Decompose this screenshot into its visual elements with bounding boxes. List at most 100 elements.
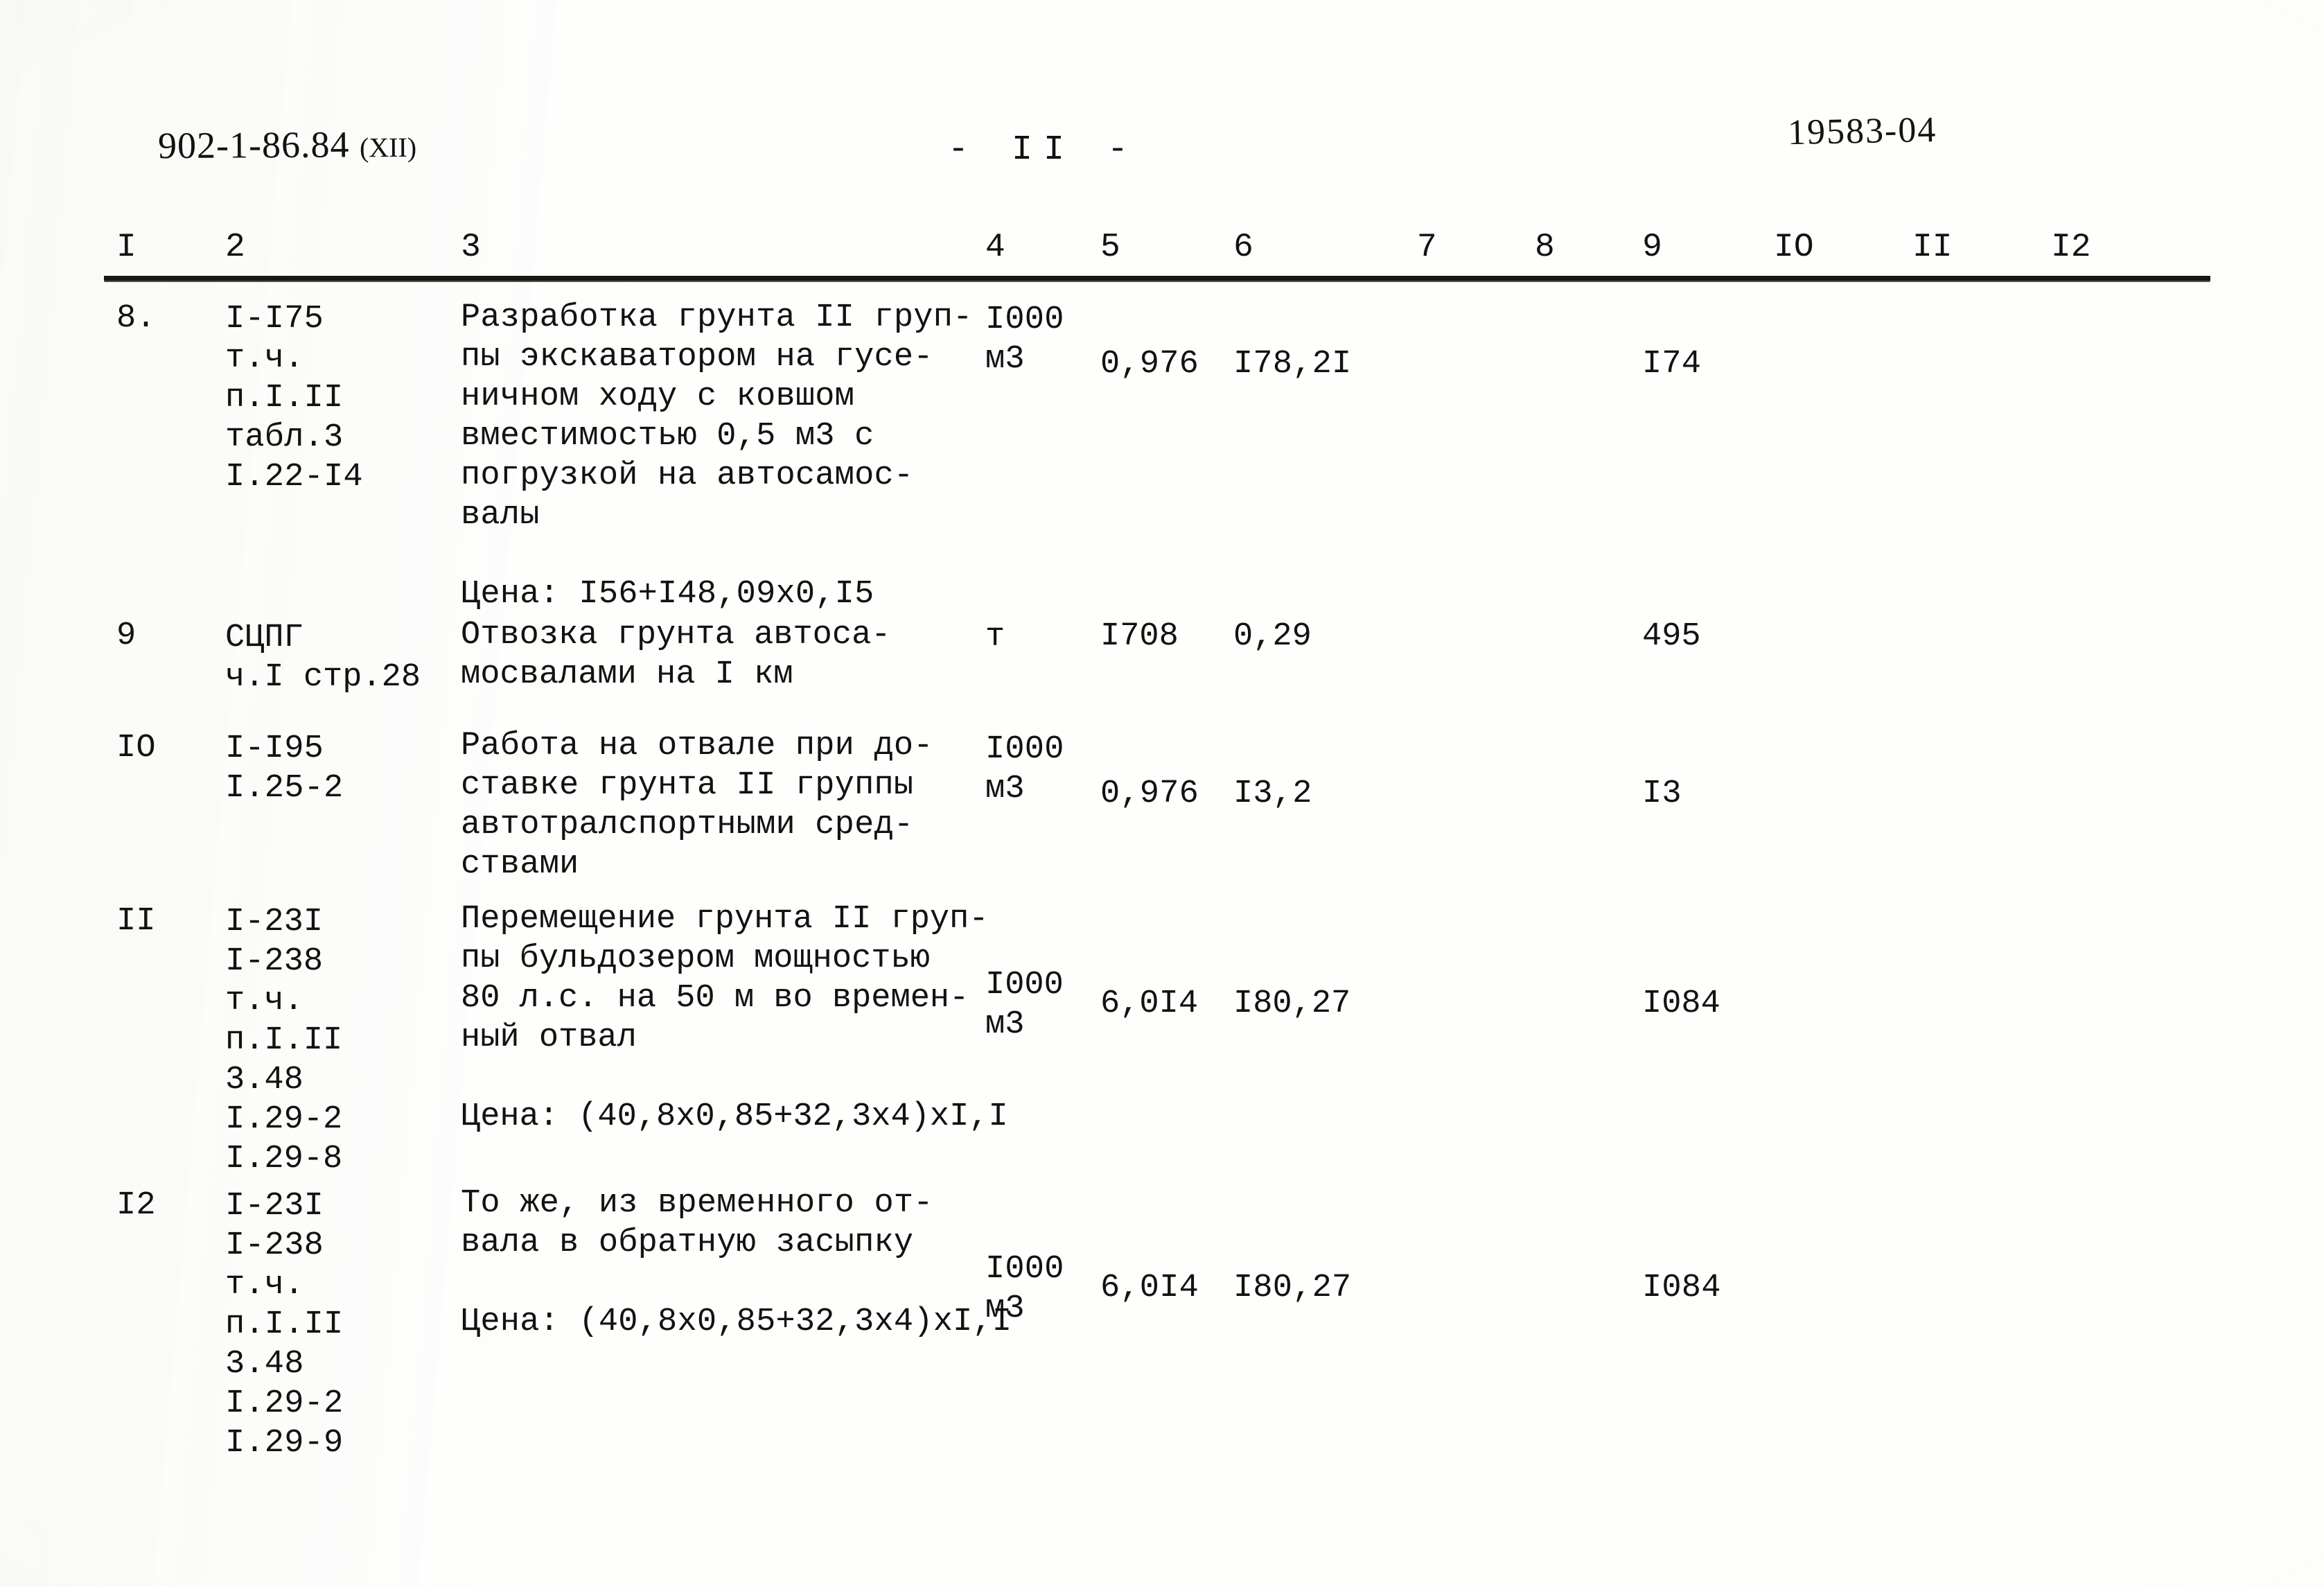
norm-code: табл.3 <box>225 419 344 456</box>
description-line: 80 л.с. на 50 м во времен- <box>461 980 969 1017</box>
unit-cost-value: I78,2I <box>1233 346 1352 383</box>
description-line: погрузкой на автосамос- <box>461 457 914 494</box>
total-cost-value: I74 <box>1642 346 1702 383</box>
norm-code: I.29-9 <box>225 1425 344 1462</box>
unit-line: м3 <box>985 771 1025 807</box>
work-description: Перемещение грунта II груп-пы бульдозеро… <box>461 900 1008 1137</box>
total-cost-value: I3 <box>1642 775 1682 812</box>
description-line: автотралспортными сред- <box>461 807 914 843</box>
unit-cost-value: I3,2 <box>1233 775 1312 812</box>
unit-of-measure: I000 м3 <box>985 730 1064 809</box>
document-page: 902-1-86.84 (ХII) - II - 19583-04 I23456… <box>0 0 2324 1587</box>
unit-cost-value: I80,27 <box>1233 985 1351 1022</box>
norm-code: ч.I стр.28 <box>225 659 421 696</box>
description-line: ный отвал <box>461 1019 637 1056</box>
norm-code: 3.48 <box>225 1346 304 1383</box>
description-line: Отвозка грунта автоса- <box>461 617 891 654</box>
work-description: То же, из временного от-вала в обратную … <box>461 1184 1012 1342</box>
unit-line: I000 <box>985 731 1064 768</box>
norm-code: т.ч. <box>225 340 304 377</box>
description-line: пы бульдозером мощностью <box>461 940 930 977</box>
description-line: Перемещение грунта II груп- <box>461 901 989 938</box>
row-number: IO <box>116 730 156 766</box>
series-part-text: (ХII) <box>359 131 417 164</box>
row-number: I2 <box>116 1187 156 1224</box>
norm-code: I-238 <box>225 1227 324 1264</box>
quantity-value: 6,0I4 <box>1100 985 1199 1022</box>
norm-code: т.ч. <box>225 983 303 1019</box>
description-line: мосвалами на I км <box>461 656 793 693</box>
norm-code: I-23I <box>225 1188 324 1225</box>
unit-cost-value: I80,27 <box>1233 1270 1352 1306</box>
unit-line: I000 <box>985 967 1064 1003</box>
norm-code-list: I-23I I-238 т.ч. п.I.II 3.48 I.29-2 I.29-9 <box>225 1186 343 1463</box>
header-rule <box>104 276 2210 282</box>
work-description: Разработка грунта II груп-пы экскаваторо… <box>461 298 973 614</box>
price-formula: Цена: I56+I48,09х0,I5 <box>461 576 874 613</box>
norm-code: т.ч. <box>225 1267 304 1304</box>
unit-line: м3 <box>985 341 1025 378</box>
column-number-5: 5 <box>1100 229 1120 266</box>
norm-code: I.29-2 <box>225 1385 344 1422</box>
column-number-6: 6 <box>1233 228 1253 267</box>
column-number-1: I <box>116 228 137 267</box>
column-number-10: IO <box>1773 228 1814 267</box>
document-series-code: 902-1-86.84 (ХII) <box>158 123 417 167</box>
series-code-text: 902-1-86.84 <box>157 123 350 167</box>
norm-code: I.29-2 <box>225 1101 343 1138</box>
row-number: 8. <box>116 300 156 337</box>
column-number-11: II <box>1912 229 1953 266</box>
description-line: вала в обратную засыпку <box>461 1225 914 1261</box>
column-number-row: I 2 3 4 5 6 7 8 9 IO II I2 <box>104 229 2210 279</box>
quantity-value: 0,976 <box>1100 775 1199 812</box>
work-description: Работа на отвале при до-ставке грунта II… <box>461 726 933 884</box>
unit-line: I000 <box>985 301 1064 338</box>
column-number-4: 4 <box>985 228 1005 267</box>
total-cost-value: I084 <box>1642 985 1720 1022</box>
unit-line: I000 <box>985 1251 1064 1288</box>
column-number-9: 9 <box>1641 228 1662 267</box>
norm-code: 3.48 <box>225 1062 303 1098</box>
norm-code: п.I.II <box>225 1306 344 1343</box>
column-number-7: 7 <box>1416 228 1437 267</box>
norm-code: I.29-8 <box>225 1141 343 1177</box>
column-number-12: I2 <box>2050 228 2091 267</box>
norm-code: I-I95 <box>225 730 324 767</box>
description-line: То же, из временного от- <box>461 1185 933 1222</box>
quantity-value: I708 <box>1100 618 1179 655</box>
description-line: вместимостью 0,5 м3 с <box>461 418 874 455</box>
unit-line: м3 <box>985 1006 1025 1043</box>
norm-code-list: I-I95 I.25-2 <box>225 729 343 808</box>
norm-code: I-23I <box>225 904 324 940</box>
norm-code-list: I-23I I-238 т.ч. п.I.II 3.48 I.29-2 I.29-8 <box>225 902 342 1179</box>
quantity-value: 6,0I4 <box>1100 1270 1199 1306</box>
column-number-2: 2 <box>225 229 245 266</box>
unit-of-measure: I000 м3 <box>985 1250 1064 1329</box>
description-line: пы экскаватором на гусе- <box>461 339 933 376</box>
column-number-3: 3 <box>460 228 481 267</box>
description-line: Работа на отвале при до- <box>461 728 933 764</box>
total-cost-value: I084 <box>1642 1270 1721 1306</box>
unit-line: м3 <box>985 1290 1025 1327</box>
column-number-8: 8 <box>1535 229 1555 266</box>
description-line: ствами <box>461 846 579 883</box>
unit-cost-value: 0,29 <box>1233 618 1312 655</box>
quantity-value: 0,976 <box>1100 346 1199 383</box>
norm-code-list: СЦПГ ч.I стр.28 <box>225 618 421 697</box>
row-number: 9 <box>116 617 137 654</box>
norm-code: I.22-I4 <box>225 459 363 496</box>
norm-code: п.I.II <box>225 1022 343 1059</box>
unit-of-measure: I000 м3 <box>985 965 1064 1044</box>
norm-code: СЦПГ <box>225 620 303 656</box>
norm-code-list: I-I75 т.ч. п.I.II табл.3 I.22-I4 <box>225 299 363 497</box>
page-number: - II - <box>948 130 1140 170</box>
unit-of-measure: I000 м3 <box>985 300 1064 379</box>
unit-of-measure: т <box>985 617 1005 657</box>
total-cost-value: 495 <box>1642 618 1701 655</box>
norm-code: I-238 <box>225 943 324 980</box>
description-line: Разработка грунта II груп- <box>461 299 973 336</box>
row-number: II <box>116 903 156 940</box>
description-line: валы <box>461 497 540 534</box>
norm-code: п.I.II <box>225 380 344 417</box>
norm-code: I.25-2 <box>225 770 344 807</box>
